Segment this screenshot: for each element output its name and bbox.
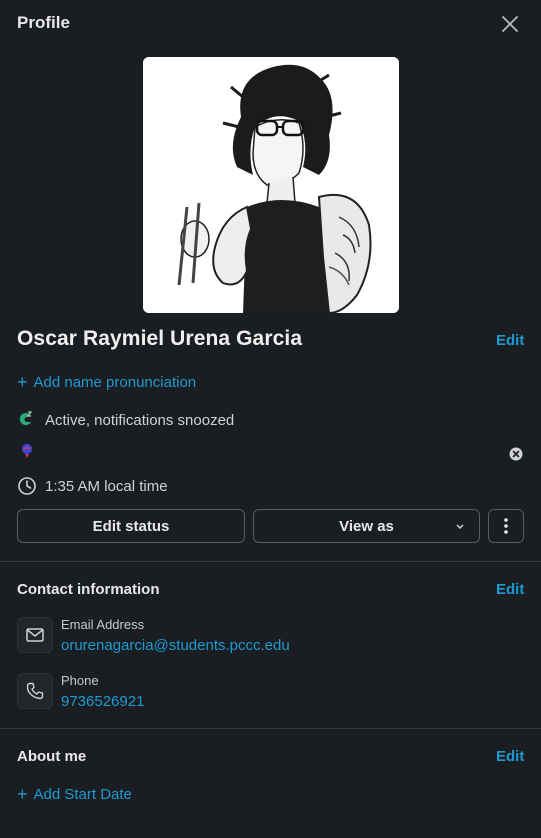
status-emoji-icon[interactable]	[19, 443, 35, 459]
local-time: 1:35 AM local time	[45, 478, 168, 495]
email-label: Email Address	[61, 617, 145, 632]
plus-icon: +	[17, 784, 28, 804]
contact-section-title: Contact information	[17, 581, 160, 598]
more-actions-button[interactable]	[488, 509, 524, 543]
phone-icon	[26, 682, 44, 700]
profile-photo	[143, 57, 399, 313]
edit-status-button[interactable]: Edit status	[17, 509, 245, 543]
clear-status-button[interactable]	[509, 447, 523, 461]
clock-icon	[17, 476, 37, 496]
clear-status-icon	[509, 447, 523, 461]
add-pronunciation-label: Add name pronunciation	[33, 374, 197, 391]
edit-profile-link[interactable]: Edit	[496, 332, 524, 349]
edit-contact-link[interactable]: Edit	[496, 581, 524, 598]
view-as-label: View as	[339, 517, 394, 535]
divider	[0, 728, 541, 729]
phone-label: Phone	[61, 673, 99, 688]
view-as-button[interactable]: View as	[253, 509, 480, 543]
email-icon	[26, 628, 44, 642]
profile-name: Oscar Raymiel Urena Garcia	[17, 327, 303, 350]
phone-icon-box	[17, 673, 53, 709]
add-start-date-label: Add Start Date	[33, 786, 132, 803]
add-start-date-link[interactable]: + Add Start Date	[17, 784, 132, 804]
plus-icon: +	[17, 372, 28, 392]
close-icon	[502, 16, 518, 32]
close-button[interactable]	[498, 12, 522, 36]
edit-status-label: Edit status	[92, 517, 170, 535]
active-status-icon	[18, 411, 34, 427]
edit-about-link[interactable]: Edit	[496, 748, 524, 765]
email-icon-box	[17, 617, 53, 653]
divider	[0, 561, 541, 562]
phone-link[interactable]: 9736526921	[61, 693, 144, 710]
panel-title: Profile	[17, 13, 70, 32]
chevron-down-icon	[456, 524, 464, 530]
email-link[interactable]: orurenagarcia@students.pccc.edu	[61, 637, 290, 654]
more-vertical-icon	[504, 518, 508, 534]
status-text: Active, notifications snoozed	[45, 412, 235, 429]
add-pronunciation-link[interactable]: + Add name pronunciation	[17, 372, 197, 392]
about-section-title: About me	[17, 748, 87, 765]
